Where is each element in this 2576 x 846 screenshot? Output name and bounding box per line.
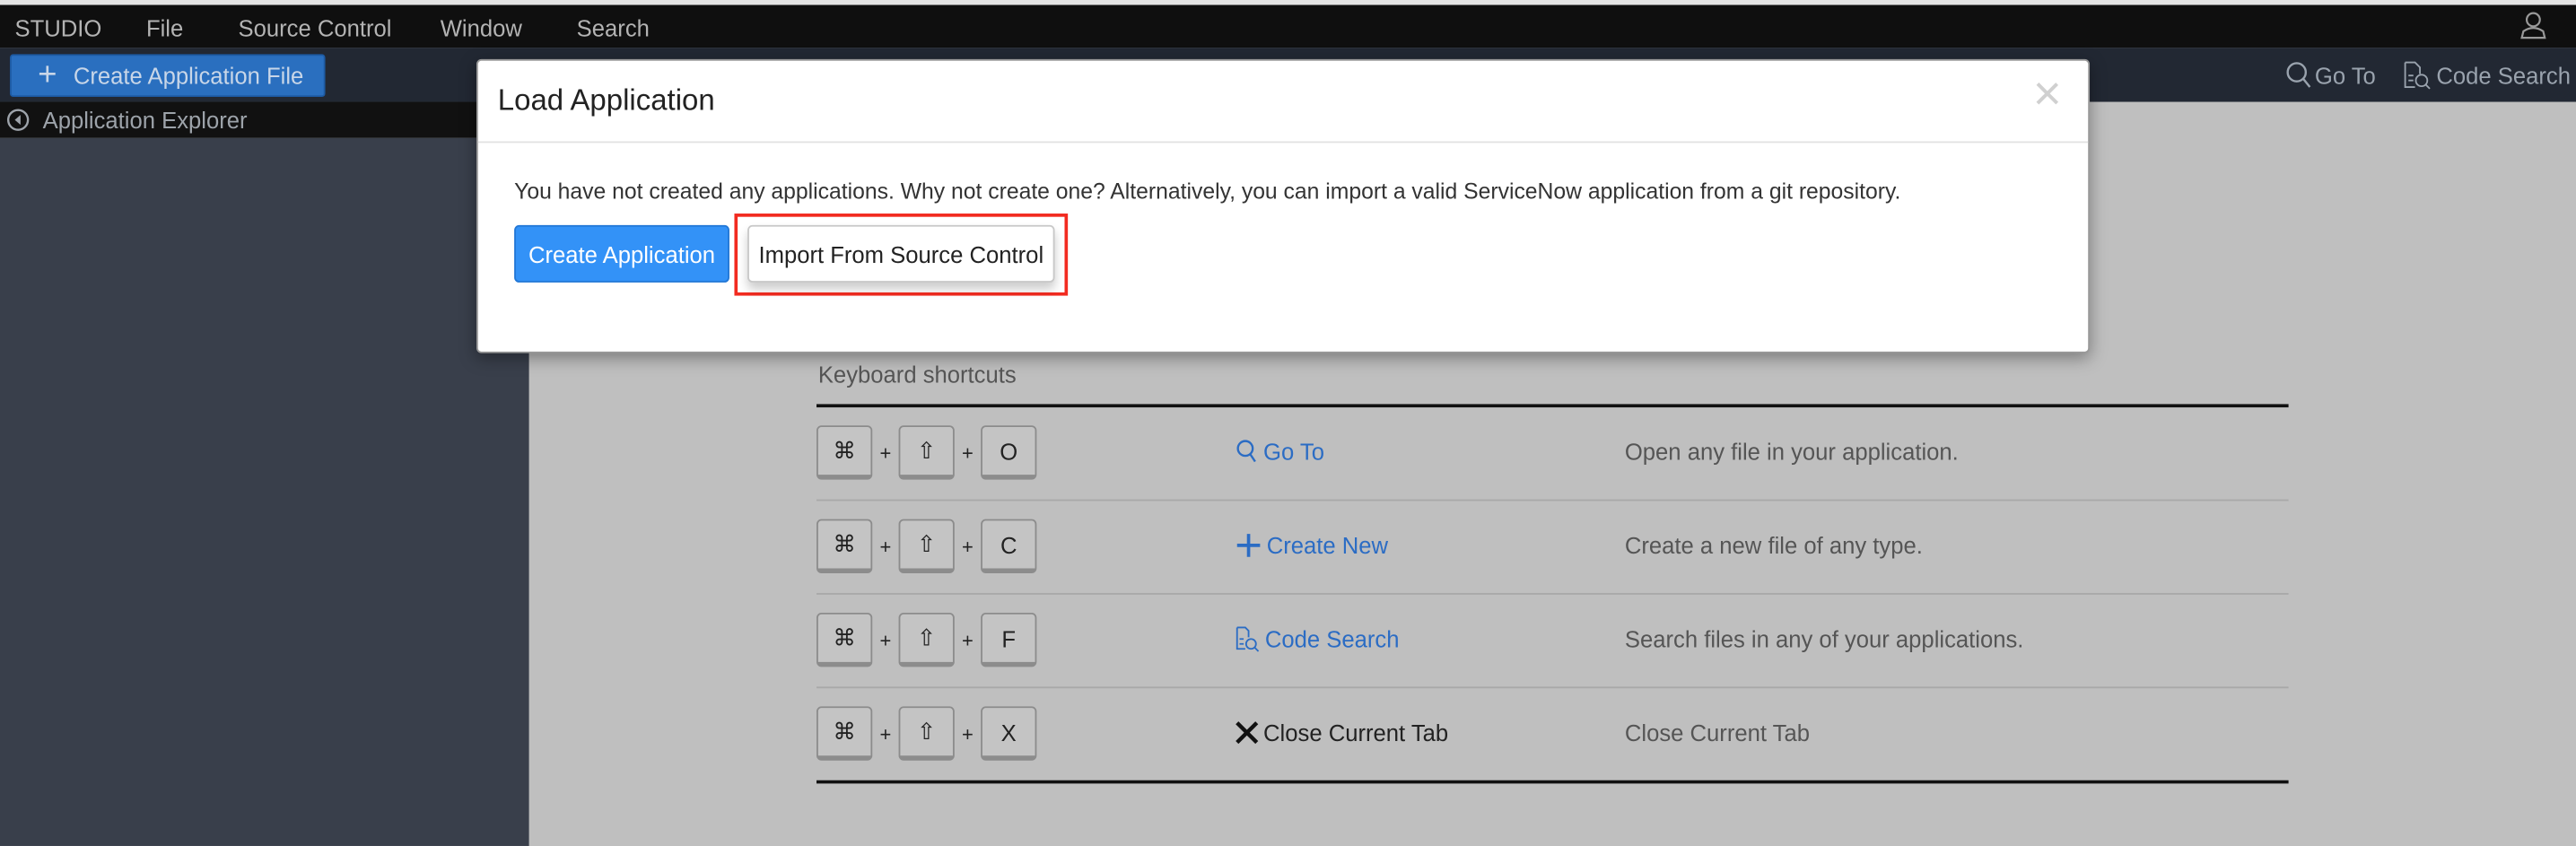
- code-search-label: Code Search: [2436, 62, 2571, 89]
- shortcut-description: Close Current Tab: [1624, 719, 1810, 746]
- menu-file[interactable]: File: [146, 14, 183, 40]
- shortcut-action-link[interactable]: Close Current Tab: [1236, 720, 1448, 746]
- code-search-icon: [1236, 626, 1260, 652]
- plus-sign: +: [879, 534, 892, 558]
- plus-sign: +: [879, 721, 892, 746]
- shortcut-action-label: Code Search: [1264, 625, 1400, 652]
- key-cap: ⇧: [898, 612, 955, 667]
- plus-sign: +: [962, 628, 974, 651]
- shortcut-action-link[interactable]: Code Search: [1236, 625, 1400, 652]
- go-to-label: Go To: [2314, 61, 2376, 88]
- menu-window[interactable]: Window: [441, 14, 522, 40]
- dialog-title: Load Application: [497, 83, 715, 118]
- key-cap: ⇧: [898, 519, 955, 574]
- application-explorer-header[interactable]: Application Explorer: [0, 101, 529, 138]
- key-cap: X: [981, 706, 1037, 761]
- code-search-icon: [2404, 61, 2431, 90]
- menu-source-control[interactable]: Source Control: [238, 14, 391, 40]
- plus-sign: +: [962, 721, 974, 746]
- dialog-header: Load Application ×: [477, 61, 2089, 144]
- key-cap: ⇧: [898, 706, 955, 761]
- create-application-file-label: Create Application File: [73, 62, 304, 89]
- key-cap: ⌘: [816, 425, 873, 480]
- key-combo: ⌘ + ⇧ + C: [816, 519, 1037, 574]
- shortcut-action-link[interactable]: Create New: [1236, 532, 1389, 559]
- close-icon: [1236, 721, 1259, 745]
- key-combo: ⌘ + ⇧ + O: [816, 425, 1037, 480]
- key-cap: F: [981, 612, 1037, 667]
- keyboard-shortcuts-label: Keyboard shortcuts: [817, 361, 1017, 388]
- shortcut-row: ⌘ + ⇧ + F Code Search Search files in any of y…: [816, 595, 2289, 689]
- create-application-file-button[interactable]: + Create Application File: [9, 54, 326, 98]
- key-cap: O: [981, 425, 1037, 480]
- shortcut-description: Create a new file of any type.: [1624, 532, 1923, 559]
- key-cap: ⌘: [816, 706, 873, 761]
- shortcut-action-label: Close Current Tab: [1263, 719, 1449, 746]
- menu-search[interactable]: Search: [577, 14, 650, 40]
- user-icon[interactable]: [2520, 10, 2546, 48]
- key-cap: ⇧: [898, 425, 955, 480]
- application-explorer-panel: [0, 137, 529, 846]
- shortcut-action-link[interactable]: Go To: [1236, 439, 1324, 465]
- shortcut-description: Open any file in your application.: [1624, 438, 1959, 466]
- shortcut-action-label: Go To: [1263, 438, 1324, 466]
- shortcut-row: ⌘ + ⇧ + C Create New Create a new file of any …: [816, 501, 2289, 595]
- create-application-button[interactable]: Create Application: [514, 224, 729, 283]
- studio-app: STUDIO File Source Control Window Search…: [0, 0, 2576, 846]
- application-explorer-title: Application Explorer: [42, 107, 248, 134]
- plus-sign: +: [879, 440, 892, 465]
- plus-sign: +: [962, 440, 974, 465]
- search-icon: [1236, 439, 1259, 465]
- code-search-button[interactable]: Code Search: [2404, 61, 2571, 91]
- collapse-icon[interactable]: [6, 109, 30, 132]
- key-cap: ⌘: [816, 519, 873, 574]
- menu-studio[interactable]: STUDIO: [14, 14, 101, 40]
- import-from-source-control-button[interactable]: Import From Source Control: [747, 224, 1055, 283]
- divider: [816, 780, 2289, 784]
- key-combo: ⌘ + ⇧ + F: [816, 612, 1037, 667]
- plus-icon: +: [38, 57, 57, 94]
- close-icon[interactable]: ×: [2033, 70, 2062, 120]
- shortcut-action-label: Create New: [1266, 532, 1389, 559]
- load-application-dialog: Load Application × You have not created …: [476, 58, 2091, 353]
- search-icon: [2286, 62, 2311, 88]
- key-cap: ⌘: [816, 612, 873, 667]
- keyboard-shortcuts: Keyboard shortcuts ⌘ + ⇧ + O Go To Open any fi…: [816, 362, 2289, 784]
- dialog-message: You have not created any applications. W…: [514, 179, 1901, 205]
- key-combo: ⌘ + ⇧ + X: [816, 706, 1037, 761]
- plus-sign: +: [962, 534, 974, 558]
- menu-bar: STUDIO File Source Control Window Search: [0, 4, 2576, 48]
- go-to-button[interactable]: Go To: [2285, 61, 2376, 89]
- shortcut-description: Search files in any of your applications…: [1624, 625, 2024, 652]
- plus-icon: [1236, 532, 1262, 558]
- shortcut-row: ⌘ + ⇧ + O Go To Open any file in your applicat…: [816, 407, 2289, 501]
- plus-sign: +: [879, 628, 892, 651]
- shortcut-row: ⌘ + ⇧ + X Close Current Tab Close Current Tab: [816, 688, 2289, 781]
- key-cap: C: [981, 519, 1037, 574]
